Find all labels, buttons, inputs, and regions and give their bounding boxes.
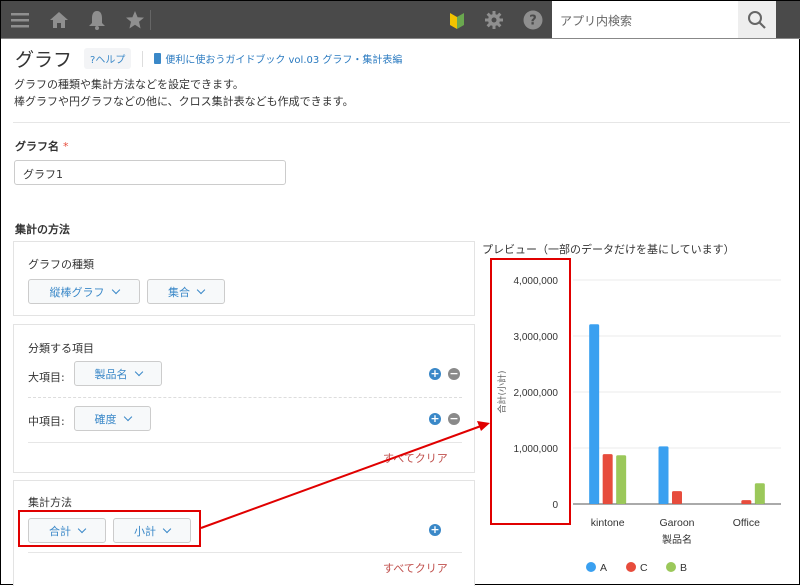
annotation-arrow-line [200, 425, 482, 529]
annotation-arrow [200, 421, 490, 529]
